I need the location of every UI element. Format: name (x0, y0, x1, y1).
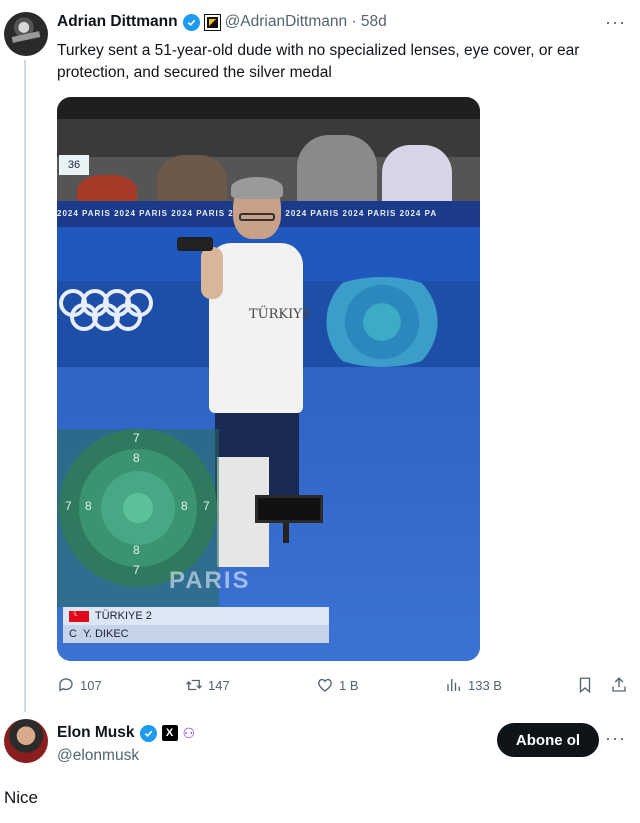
views-button[interactable]: 133 B (445, 676, 502, 694)
repost-icon (186, 679, 202, 691)
pistol-icon (177, 237, 213, 251)
reply-count: 107 (80, 677, 102, 693)
like-count: 1 B (339, 677, 359, 693)
target-number: 7 (65, 499, 72, 513)
views-count: 133 B (468, 677, 502, 693)
target-number: 7 (133, 431, 140, 445)
paris-watermark: PARIS (169, 567, 251, 594)
shirt-text: TÜRKIYE (249, 307, 312, 322)
target-number: 7 (133, 563, 140, 577)
tweet-text: Turkey sent a 51-year-old dude with no s… (57, 42, 580, 81)
like-button[interactable]: 1 B (316, 676, 359, 694)
monitor-stand (283, 523, 289, 543)
shooter-arm (201, 247, 223, 299)
reply-text: Nice (4, 788, 39, 807)
x-affiliation-icon[interactable]: X (161, 725, 178, 741)
reply-author-name[interactable]: Elon Musk (57, 724, 135, 742)
org-badge-icon: ⚇ (182, 724, 196, 741)
avatar-adrian[interactable] (4, 12, 48, 56)
target-number: 8 (181, 499, 188, 513)
repost-count: 147 (208, 677, 230, 693)
reply-button[interactable]: 107 (57, 676, 102, 694)
target-number: 7 (203, 499, 210, 513)
tweet-header: Adrian Dittmann @AdrianDittmann · 58d (57, 13, 387, 31)
olympic-rings-icon (59, 289, 155, 335)
target-number: 8 (133, 543, 140, 557)
score-athlete: Y. DIKEC (82, 628, 129, 640)
bookmark-icon (579, 677, 591, 694)
tweet-photo[interactable]: 36 2024 PARIS 2024 PARIS 2024 PARIS 2024… (57, 97, 480, 661)
reply-author-handle[interactable]: @elonmusk (57, 747, 139, 765)
lane-number: 36 (59, 155, 89, 175)
verified-badge-icon (182, 13, 200, 31)
share-button[interactable] (610, 676, 628, 694)
author-handle-time[interactable]: @AdrianDittmann · 58d (225, 13, 387, 31)
avatar-elon[interactable] (4, 719, 48, 763)
more-options-icon[interactable]: ··· (605, 12, 626, 33)
heart-icon (318, 678, 332, 692)
glasses-icon (239, 213, 275, 221)
bookmark-button[interactable] (576, 676, 594, 694)
backboard-target-graphic (302, 277, 462, 367)
thread-connector-line (24, 60, 26, 712)
shooter-hair (231, 177, 283, 199)
reply-header: Elon Musk X ⚇ (57, 724, 195, 742)
verified-badge-icon (139, 724, 157, 742)
affiliation-badge-icon[interactable] (203, 13, 221, 31)
score-country: TÜRKIYE 2 (95, 610, 152, 622)
target-number: 8 (85, 499, 92, 513)
shooter-shirt (209, 243, 303, 413)
tweet-actions: 107 147 1 B 133 B (57, 676, 632, 698)
score-monitor (255, 495, 323, 523)
more-options-icon[interactable]: ··· (605, 728, 626, 749)
author-name[interactable]: Adrian Dittmann (57, 13, 178, 31)
follow-button[interactable]: Abone ol (497, 723, 599, 757)
views-chart-icon (447, 679, 460, 691)
reply-icon (59, 678, 73, 692)
target-number: 8 (133, 451, 140, 465)
score-overlay: TÜRKIYE 2 C Y. DIKEC (63, 607, 329, 643)
score-prefix: C (69, 628, 77, 640)
repost-button[interactable]: 147 (185, 676, 230, 694)
share-icon (612, 677, 626, 692)
turkey-flag-icon (69, 608, 89, 622)
